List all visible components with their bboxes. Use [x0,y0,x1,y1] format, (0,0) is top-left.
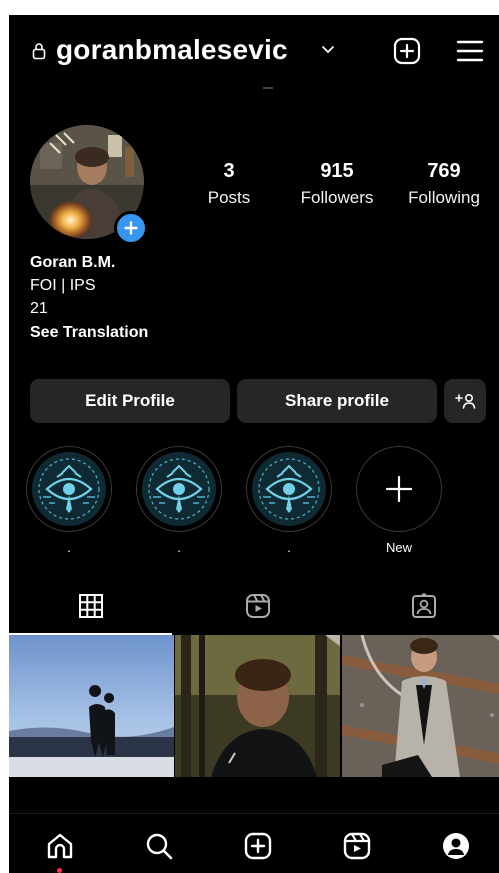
tagged-person-icon[interactable] [411,593,437,619]
posts-label: Posts [207,188,251,207]
highlight-label: . [177,540,181,555]
post-thumbnail[interactable] [175,635,340,777]
add-person-icon [455,393,476,409]
followers-count: 915 [320,160,354,182]
notification-dot [57,868,62,873]
highlight-label: . [67,540,71,555]
hamburger-menu-icon[interactable] [456,39,484,63]
reels-icon[interactable] [342,831,372,861]
followers-label: Followers [300,188,374,207]
reels-icon[interactable] [245,593,271,619]
plus-icon [124,221,138,235]
chevron-down-icon[interactable] [321,44,335,56]
add-story-button[interactable] [114,211,148,245]
post-thumbnail[interactable] [9,635,174,777]
sheikah-eye-icon [142,452,216,526]
profile-header: goranbmalesevic [9,15,499,89]
new-highlight-button[interactable] [356,446,442,532]
plus-icon [385,475,413,503]
story-highlight[interactable] [246,446,332,532]
create-post-icon[interactable] [393,37,421,65]
following-count: 769 [427,160,461,182]
lock-icon [32,43,46,60]
bottom-navigation [9,813,499,873]
highlight-label: New [385,540,412,555]
divider [263,87,273,89]
profile-icon[interactable] [441,831,471,861]
highlight-label: . [287,540,291,555]
profile-bio: Goran B.M. FOI | IPS 21 See Translation [30,251,148,344]
sheikah-eye-icon [252,452,326,526]
following-label: Following [408,188,480,207]
following-stat[interactable]: 769 Following [400,160,488,208]
discover-people-button[interactable] [444,379,486,423]
display-name: Goran B.M. [30,254,116,271]
home-icon[interactable] [45,831,75,861]
story-highlight[interactable] [136,446,222,532]
story-highlight[interactable] [26,446,112,532]
posts-count: 3 [223,160,235,182]
bio-line: FOI | IPS [30,277,96,294]
grid-icon[interactable] [78,593,104,619]
profile-screen: goranbmalesevic 3 Posts 915 Followers 76… [9,15,499,873]
followers-stat[interactable]: 915 Followers [294,160,380,208]
post-thumbnail[interactable] [342,635,499,777]
create-post-icon[interactable] [243,831,273,861]
username-switcher[interactable]: goranbmalesevic [56,34,288,66]
search-icon[interactable] [144,831,174,861]
see-translation-link[interactable]: See Translation [30,321,148,344]
sheikah-eye-icon [32,452,106,526]
bio-line: 21 [30,300,48,317]
edit-profile-button[interactable]: Edit Profile [30,379,230,423]
posts-stat: 3 Posts [206,160,252,208]
share-profile-button[interactable]: Share profile [237,379,437,423]
